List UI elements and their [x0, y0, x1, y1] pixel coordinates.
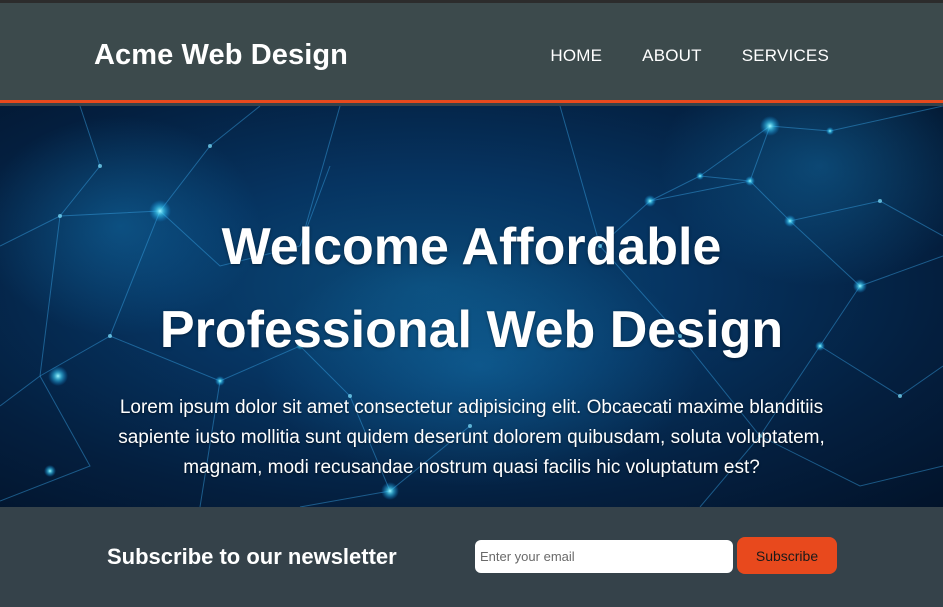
nav-about-link[interactable]: ABOUT — [642, 46, 702, 66]
newsletter-section: Subscribe to our newsletter Subscribe — [0, 507, 943, 607]
nav-home-link[interactable]: HOME — [550, 46, 602, 66]
nav-services-link[interactable]: SERVICES — [742, 46, 829, 66]
main-nav: HOME ABOUT SERVICES — [550, 46, 829, 66]
hero-title: Welcome Affordable Professional Web Desi… — [0, 206, 943, 372]
subscribe-button[interactable]: Subscribe — [737, 537, 837, 574]
newsletter-heading: Subscribe to our newsletter — [107, 544, 397, 569]
site-header: Acme Web Design HOME ABOUT SERVICES — [0, 3, 943, 103]
hero-showcase: Welcome Affordable Professional Web Desi… — [0, 106, 943, 507]
site-logo[interactable]: Acme Web Design — [94, 39, 348, 72]
hero-title-line1: Welcome Affordable — [221, 218, 722, 276]
hero-description: Lorem ipsum dolor sit amet consectetur a… — [118, 397, 825, 478]
hero-title-line2: Professional Web Design — [159, 301, 784, 359]
email-input[interactable] — [475, 540, 733, 573]
